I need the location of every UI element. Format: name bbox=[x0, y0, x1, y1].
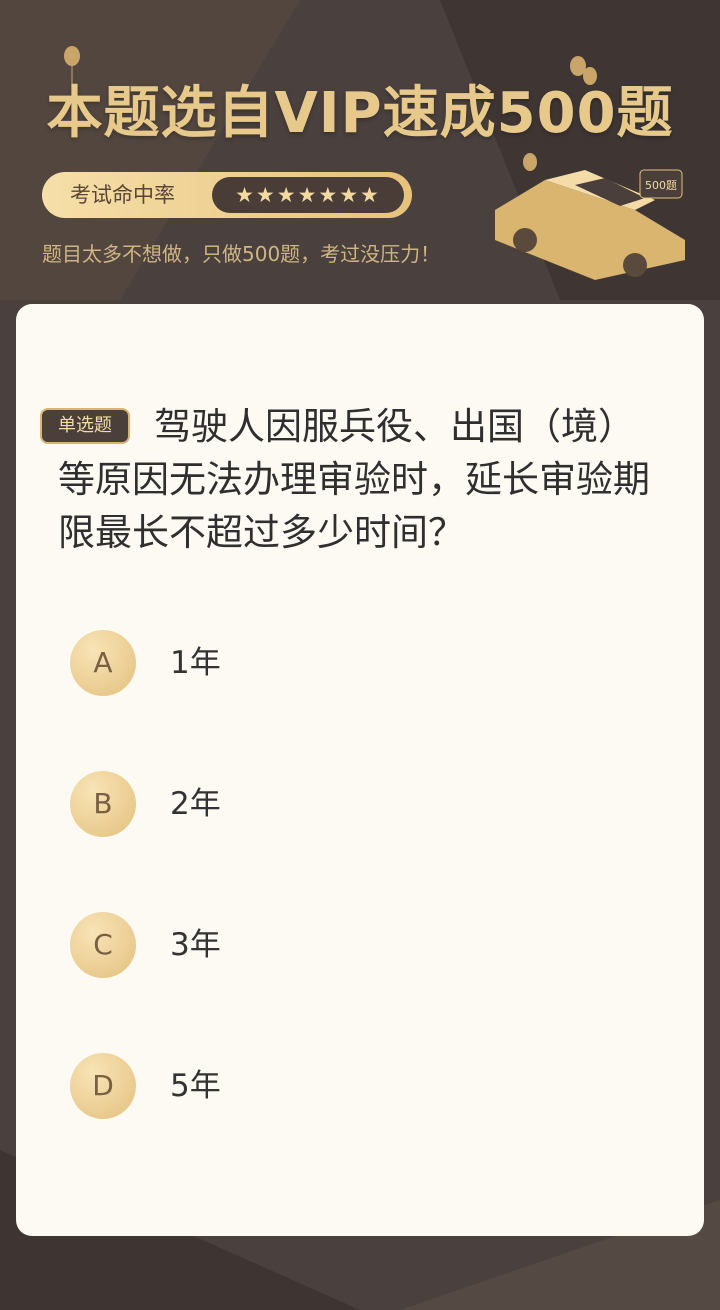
option-letter: D bbox=[70, 1053, 136, 1119]
option-letter: A bbox=[70, 630, 136, 696]
option-text: 5年 bbox=[170, 1068, 221, 1104]
option-d[interactable]: D 5年 bbox=[70, 1053, 650, 1121]
star-rating: ★★★★★★★ bbox=[212, 177, 404, 213]
option-text: 1年 bbox=[170, 645, 221, 681]
banner-title: 本题选自VIP速成500题 bbox=[46, 81, 674, 146]
option-text: 2年 bbox=[170, 786, 221, 822]
option-text: 3年 bbox=[170, 927, 221, 963]
question-card: 单选题 驾驶人因服兵役、出国（境）等原因无法办理审验时，延长审验期限最长不超过多… bbox=[16, 304, 704, 1236]
option-a[interactable]: A 1年 bbox=[70, 630, 650, 698]
500-badge-icon: 500题 bbox=[639, 169, 683, 199]
tagline: 题目太多不想做，只做500题，考过没压力！ bbox=[42, 242, 441, 266]
option-letter: C bbox=[70, 912, 136, 978]
question-text: 驾驶人因服兵役、出国（境）等原因无法办理审验时，延长审验期限最长不超过多少时间？ bbox=[58, 405, 650, 554]
option-letter: B bbox=[70, 771, 136, 837]
option-b[interactable]: B 2年 bbox=[70, 771, 650, 839]
hit-rate-pill: 考试命中率 ★★★★★★★ bbox=[42, 172, 412, 218]
hit-rate-label: 考试命中率 bbox=[70, 183, 175, 207]
svg-text:500题: 500题 bbox=[645, 179, 677, 192]
option-c[interactable]: C 3年 bbox=[70, 912, 650, 980]
car-icon: 500题 bbox=[495, 169, 685, 280]
